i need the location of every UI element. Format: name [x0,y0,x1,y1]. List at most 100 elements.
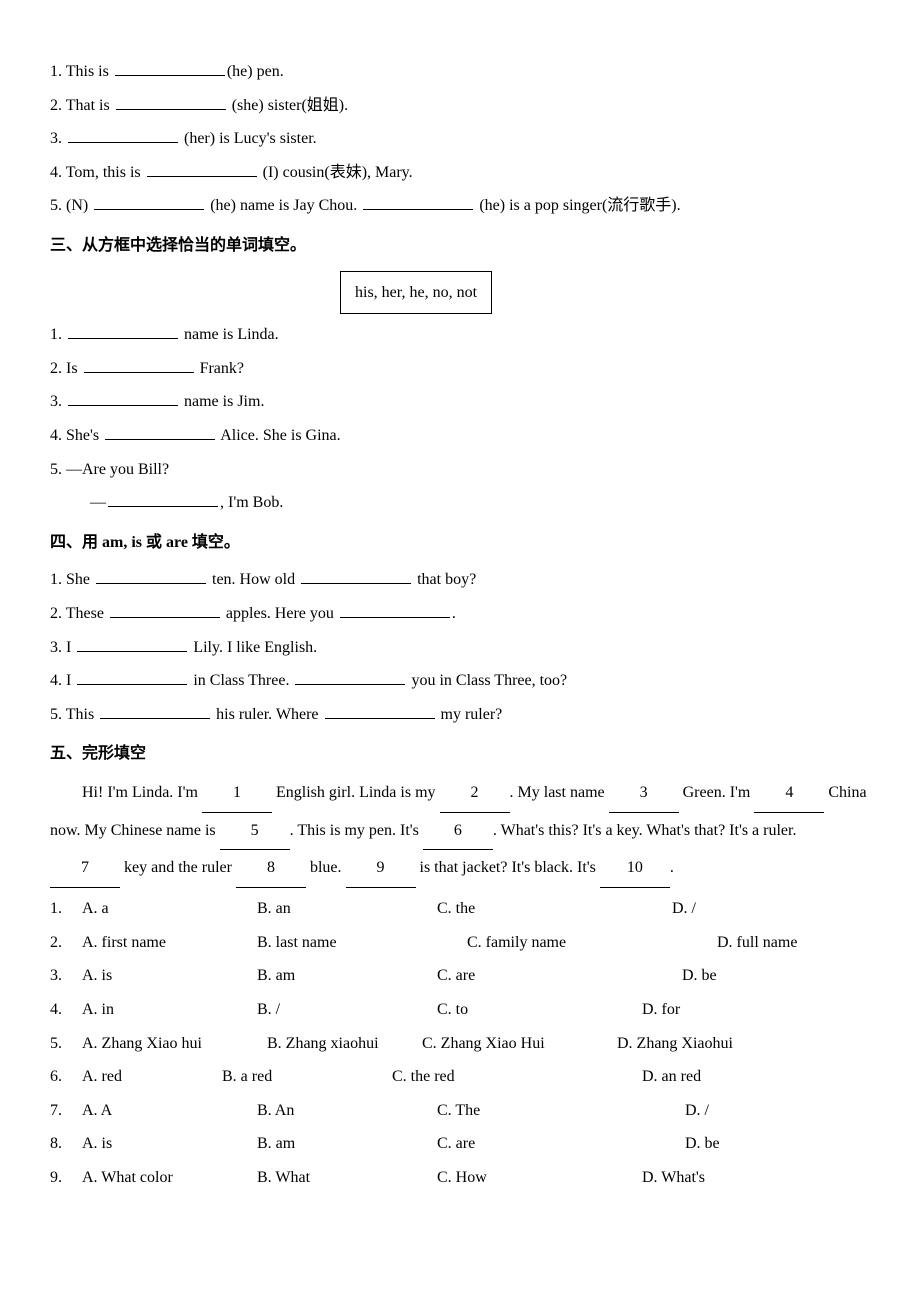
text: These [66,605,108,622]
choice-c: C. are [437,959,682,993]
choice-d: D. / [672,892,822,926]
text: my ruler? [437,706,503,723]
choice-d: D. an red [642,1060,792,1094]
num: 4. [50,672,62,689]
choice-b: B. a red [222,1060,392,1094]
num: 4. [50,427,62,444]
num: 3. [50,639,62,656]
cloze-blank-10: 10 [600,850,670,888]
text: name is Jay Chou. [236,197,361,214]
choice-c: C. are [437,1127,685,1161]
text: is that [416,859,459,876]
num: 4. [50,164,62,181]
s2-item-1: 1. This is (he) pen. [50,55,870,89]
text: English girl. Linda is my [272,784,440,801]
cloze-blank-1: 1 [202,775,272,813]
choice-b: B. an [257,892,437,926]
choice-b: B. last name [257,926,467,960]
num: 3. [50,130,62,147]
blank [301,567,411,584]
num: 1. [50,571,62,588]
section5-heading: 五、完形填空 [50,737,870,771]
choice-a: A. first name [82,926,257,960]
text: his ruler. Where [212,706,322,723]
blank [68,322,178,339]
cloze-blank-7: 7 [50,850,120,888]
text: This is [66,63,113,80]
text: I [66,639,75,656]
text: blue. [306,859,346,876]
text: Hi! I'm Linda. I'm [82,784,202,801]
blank [68,126,178,143]
blank [84,356,194,373]
text: you in Class Three, too? [407,672,567,689]
text: . [670,859,674,876]
num: 5. [50,461,62,478]
choice-b: B. am [257,959,437,993]
cloze-blank-4: 4 [754,775,824,813]
mc-row-8: 8.A. isB. amC. areD. be [50,1127,870,1161]
text: Green. [679,784,726,801]
s3-item-2: 2. Is Frank? [50,352,870,386]
text: — [90,494,106,511]
cloze-blank-9: 9 [346,850,416,888]
choice-d: D. What's [642,1161,792,1195]
text: This [66,706,98,723]
text: Lily. I like English. [189,639,317,656]
choice-b: B. am [257,1127,437,1161]
section3-heading: 三、从方框中选择恰当的单词填空。 [50,229,870,263]
text: Tom, this is [66,164,145,181]
blank [147,160,257,177]
text: name is Jim. [180,393,264,410]
s2-item-2: 2. That is (she) sister(姐姐). [50,89,870,123]
text: . My last name [510,784,609,801]
text: , I'm Bob. [220,494,283,511]
text: . What's this? [493,822,579,839]
hint: (her) [180,130,215,147]
choice-b: B. / [257,993,437,1027]
choice-d: D. for [642,993,792,1027]
choice-d: D. be [682,959,832,993]
choice-d: D. be [685,1127,835,1161]
text: Frank? [196,360,244,377]
blank [116,93,226,110]
s4-item-3: 3. I Lily. I like English. [50,631,870,665]
text: I [66,672,75,689]
s3-item-5a: 5. —Are you Bill? [50,453,870,487]
blank [94,193,204,210]
choice-a: A. a [82,892,257,926]
text: name is Linda. [180,326,279,343]
choice-d: D. full name [717,926,867,960]
choice-a: A. Zhang Xiao hui [82,1027,267,1061]
hint: (he) [475,197,505,214]
text: jacket? It's black. It's [462,859,600,876]
text: key and the ruler [120,859,236,876]
section4-heading: 四、用 am, is 或 are 填空。 [50,526,870,560]
blank [105,423,215,440]
s3-item-1: 1. name is Linda. [50,318,870,352]
s4-item-4: 4. I in Class Three. you in Class Three,… [50,664,870,698]
blank [68,389,178,406]
s2-item-3: 3. (her) is Lucy's sister. [50,122,870,156]
text: . [452,605,456,622]
choice-d: D. Zhang Xiaohui [617,1027,777,1061]
blank [96,567,206,584]
mc-row-2: 2.A. first nameB. last nameC. family nam… [50,926,870,960]
num: 1. [50,326,62,343]
mc-num: 3. [50,959,82,993]
choice-a: A. is [82,1127,257,1161]
text: . This is my pen. It's [290,822,423,839]
choice-b: B. What [257,1161,437,1195]
text: cousin(表妹), Mary. [279,164,413,181]
text: in Class Three. [189,672,293,689]
hint: (she) [228,97,264,114]
text: apples. Here you [222,605,338,622]
mc-row-7: 7.A. AB. AnC. TheD. / [50,1094,870,1128]
cloze-blank-8: 8 [236,850,306,888]
mc-num: 7. [50,1094,82,1128]
hint: (he) [227,63,253,80]
mc-row-4: 4.A. inB. /C. toD. for [50,993,870,1027]
choice-b: B. Zhang xiaohui [267,1027,422,1061]
blank [77,635,187,652]
cloze-passage: Hi! I'm Linda. I'm 1 English girl. Linda… [50,775,870,888]
